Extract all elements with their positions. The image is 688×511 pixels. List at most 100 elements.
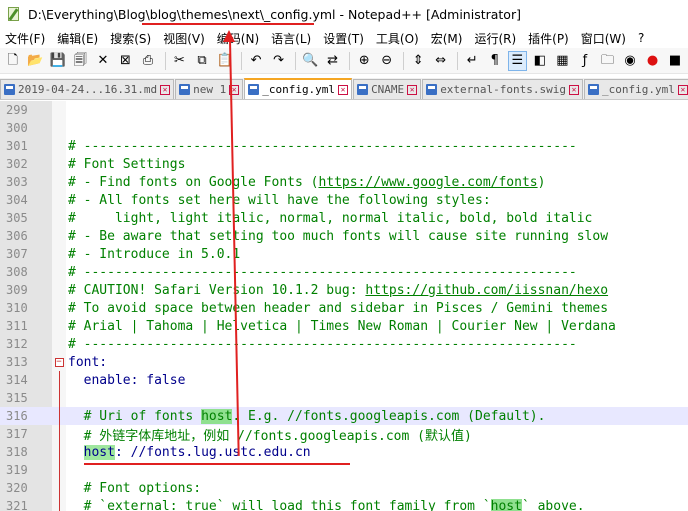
menu-item-11[interactable]: 窗口(W) — [576, 30, 633, 47]
tab-close-icon[interactable]: ✕ — [160, 84, 171, 95]
copy-icon[interactable]: ⧉ — [192, 51, 212, 71]
save-all-icon[interactable]: 🗐 — [71, 51, 91, 71]
menu-item-12[interactable]: ? — [633, 31, 651, 45]
menu-item-4[interactable]: 编码(N) — [212, 30, 266, 47]
comment-text: ) — [537, 174, 546, 190]
menu-item-2[interactable]: 搜索(S) — [105, 30, 158, 47]
doc-map-icon[interactable]: ▦ — [553, 51, 573, 71]
menu-item-0[interactable]: 文件(F) — [0, 30, 52, 47]
code-line[interactable]: 310 # To avoid space between header and s… — [0, 299, 688, 317]
tab-4[interactable]: external-fonts.swig ✕ — [422, 79, 584, 99]
code-line[interactable]: 306 # - Be aware that setting too much fo… — [0, 227, 688, 245]
menu-item-10[interactable]: 插件(P) — [523, 30, 576, 47]
tab-0[interactable]: 2019-04-24...16.31.md ✕ — [0, 79, 175, 99]
code-line[interactable]: 304 # - All fonts set here will have the … — [0, 191, 688, 209]
menu-item-3[interactable]: 视图(V) — [158, 30, 212, 47]
tab-3[interactable]: CNAME ✕ — [353, 79, 422, 99]
stop-icon[interactable]: ■ — [665, 51, 685, 71]
comment-link[interactable]: https://www.google.com/fonts — [318, 175, 537, 190]
code-line[interactable]: 318 host: //fonts.lug.ustc.edu.cn — [0, 443, 688, 461]
code-text: # Font options: — [66, 481, 201, 496]
code-line[interactable]: 299 — [0, 101, 688, 119]
zoom-out-icon[interactable]: ⊖ — [377, 51, 397, 71]
code-line[interactable]: 300 — [0, 119, 688, 137]
menu-item-1[interactable]: 编辑(E) — [52, 30, 105, 47]
open-file-icon[interactable]: 📂 — [26, 51, 46, 71]
save-icon[interactable]: 💾 — [48, 51, 68, 71]
code-line[interactable]: 301 # -----------------------------------… — [0, 137, 688, 155]
cut-icon[interactable]: ✂ — [170, 51, 190, 71]
menu-item-6[interactable]: 设置(T) — [318, 30, 371, 47]
monitor-icon[interactable]: ◉ — [620, 51, 640, 71]
fold-line — [58, 461, 60, 479]
new-file-icon[interactable]: 🗋 — [3, 51, 23, 71]
line-number: 310 — [6, 301, 28, 315]
fold-collapse-icon[interactable]: − — [54, 357, 64, 367]
find-icon[interactable]: 🔍 — [300, 51, 320, 71]
line-number: 311 — [6, 319, 28, 333]
fold-marker — [52, 497, 66, 511]
line-number: 320 — [6, 481, 28, 495]
code-line[interactable]: 305 # light, light italic, normal, normal… — [0, 209, 688, 227]
code-line[interactable]: 320 # Font options: — [0, 479, 688, 497]
indent-guide-icon[interactable]: ☰ — [507, 50, 528, 71]
tab-1[interactable]: new 1 ✕ — [175, 79, 244, 99]
code-text: # --------------------------------------… — [66, 265, 577, 280]
comment-post: ` above. — [521, 498, 585, 511]
code-line[interactable]: 302 # Font Settings — [0, 155, 688, 173]
code-line[interactable]: 321 # `external: true` will load this fo… — [0, 497, 688, 511]
close-icon[interactable]: ✕ — [93, 51, 113, 71]
tab-close-icon[interactable]: ✕ — [677, 84, 688, 95]
line-number: 299 — [6, 103, 28, 117]
code-line[interactable]: 307 # - Introduce in 5.0.1 — [0, 245, 688, 263]
comment-link[interactable]: https://github.com/iissnan/hexo — [365, 283, 608, 298]
code-line[interactable]: 308 # -----------------------------------… — [0, 263, 688, 281]
code-line[interactable]: 316 # Uri of fonts host. E.g. //fonts.go… — [0, 407, 688, 425]
line-number: 312 — [6, 337, 28, 351]
wrap-icon[interactable]: ↵ — [462, 51, 482, 71]
menu-item-5[interactable]: 语言(L) — [266, 30, 318, 47]
code-line[interactable]: 314 enable: false — [0, 371, 688, 389]
code-line[interactable]: 311 # Arial | Tahoma | Helvetica | Times … — [0, 317, 688, 335]
close-all-icon[interactable]: ⊠ — [116, 51, 136, 71]
code-line[interactable]: 317 # 外链字体库地址，例如 //fonts.googleapis.com … — [0, 425, 688, 444]
menu-item-7[interactable]: 工具(O) — [371, 30, 426, 47]
comment-text: # 外链字体库地址，例如 //fonts.googleapis.com (默认值… — [68, 428, 472, 444]
sync-h-icon[interactable]: ⇔ — [431, 51, 451, 71]
redo-icon[interactable]: ↷ — [269, 51, 289, 71]
code-line[interactable]: 309 # CAUTION! Safari Version 10.1.2 bug:… — [0, 281, 688, 299]
func-list-icon[interactable]: ƒ — [575, 51, 595, 71]
all-chars-icon[interactable]: ¶ — [485, 51, 505, 71]
tab-close-icon[interactable]: ✕ — [407, 84, 418, 95]
print-icon[interactable]: ⎙ — [138, 51, 158, 71]
line-number: 302 — [6, 157, 28, 171]
sync-v-icon[interactable]: ⇕ — [408, 51, 428, 71]
line-number: 321 — [6, 499, 28, 511]
editor[interactable]: 299 300 301 # -----------------------------… — [0, 101, 688, 511]
comment-post: . E.g. //fonts.googleapis.com (Default). — [232, 408, 546, 424]
comment-text: # - Find fonts on Google Fonts ( — [68, 174, 319, 190]
line-number: 305 — [6, 211, 28, 225]
tab-2[interactable]: _config.yml ✕ — [244, 78, 353, 99]
tab-5[interactable]: _config.yml ✕ — [584, 79, 688, 99]
menu-item-8[interactable]: 宏(M) — [426, 30, 470, 47]
code-text: # --------------------------------------… — [66, 139, 577, 154]
menu-item-9[interactable]: 运行(R) — [469, 30, 523, 47]
code-line[interactable]: 315 — [0, 389, 688, 407]
line-number: 300 — [6, 121, 28, 135]
tab-close-icon[interactable]: ✕ — [338, 84, 349, 95]
undo-icon[interactable]: ↶ — [246, 51, 266, 71]
code-line[interactable]: 313 − font: — [0, 353, 688, 371]
lang-icon[interactable]: ◧ — [530, 51, 550, 71]
code-line[interactable]: 312 # -----------------------------------… — [0, 335, 688, 353]
code-text: # light, light italic, normal, normal it… — [66, 211, 592, 226]
record-icon[interactable]: ● — [643, 51, 663, 71]
tab-close-icon[interactable]: ✕ — [569, 84, 580, 95]
zoom-in-icon[interactable]: ⊕ — [354, 51, 374, 71]
comment-pre: # `external: true` will load this font f… — [68, 498, 491, 511]
folder-icon[interactable]: 🗀 — [598, 51, 618, 71]
code-line[interactable]: 303 # - Find fonts on Google Fonts (https… — [0, 173, 688, 191]
code-text: # Font Settings — [66, 157, 185, 172]
replace-icon[interactable]: ⇄ — [323, 51, 343, 71]
line-number: 309 — [6, 283, 28, 297]
